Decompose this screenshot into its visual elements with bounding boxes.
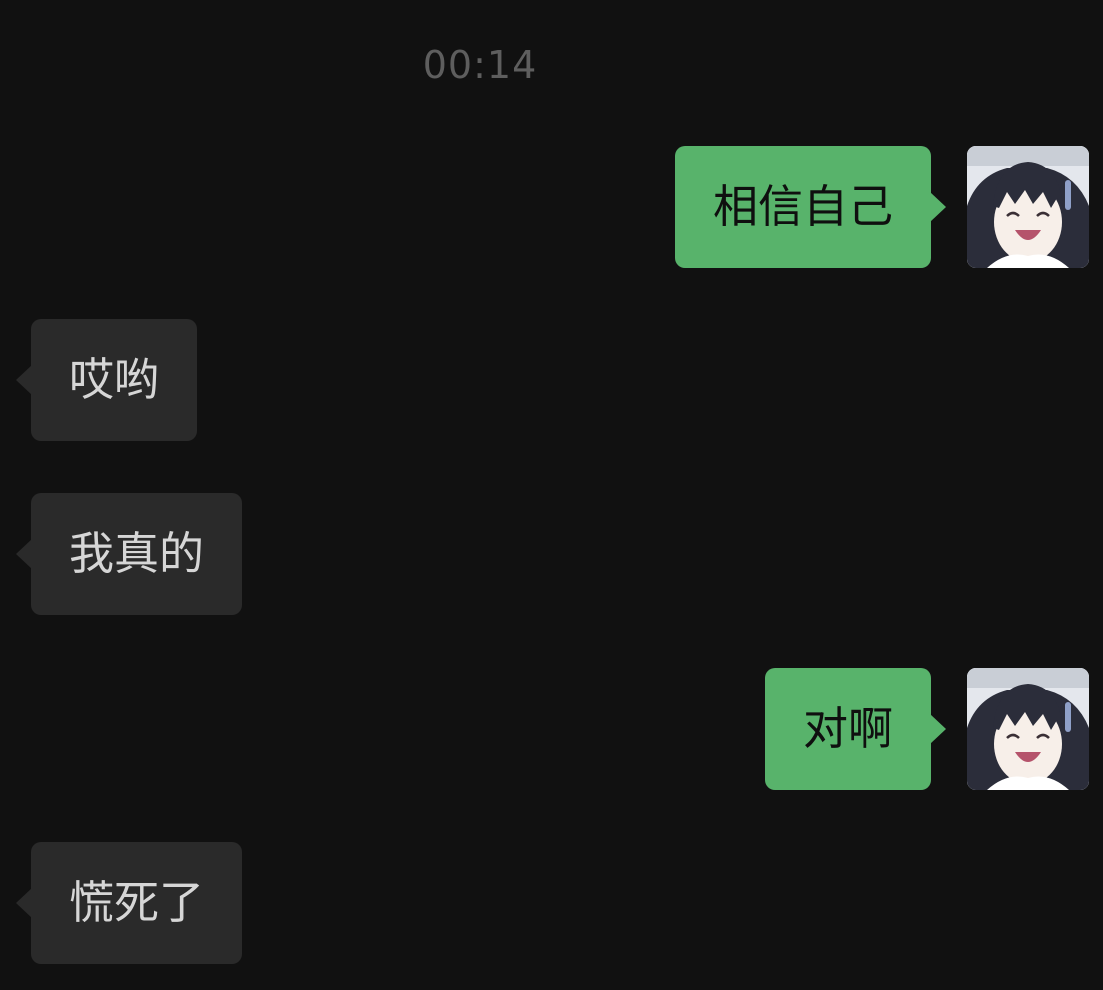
outgoing-message-bubble[interactable]: 相信自己 (674, 146, 947, 268)
incoming-message-bubble[interactable]: 我真的 (15, 493, 243, 615)
incoming-message-bubble[interactable]: 哎哟 (15, 319, 198, 441)
anime-girl-avatar-icon (967, 668, 1089, 790)
anime-girl-avatar-icon (967, 146, 1089, 268)
incoming-message-bubble[interactable]: 慌死了 (15, 842, 243, 964)
user-avatar-icon[interactable] (967, 146, 1089, 268)
message-timestamp: 00:14 (422, 43, 538, 87)
user-avatar-icon[interactable] (967, 668, 1089, 790)
outgoing-message-bubble[interactable]: 对啊 (764, 668, 947, 790)
